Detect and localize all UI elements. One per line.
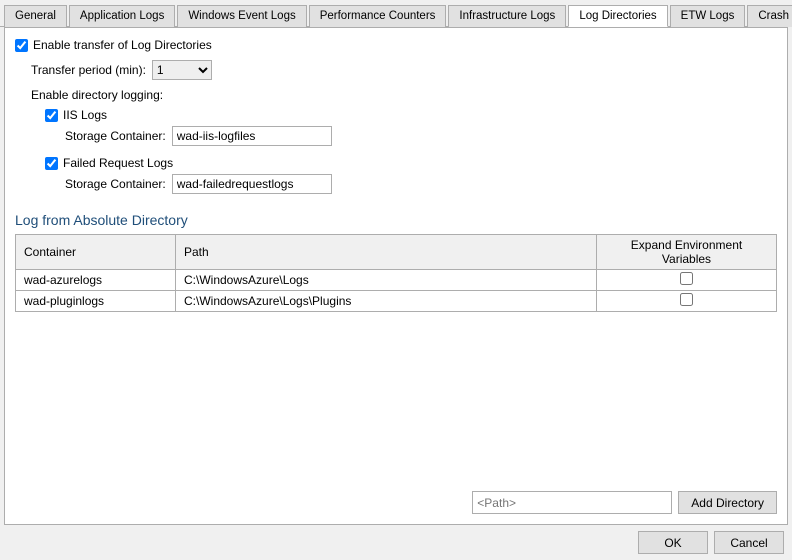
iis-logs-row: IIS Logs [45,108,777,122]
add-directory-button[interactable]: Add Directory [678,491,777,514]
failed-storage-row: Storage Container: [65,174,777,194]
table-row: wad-azurelogs C:\WindowsAzure\Logs [16,270,777,291]
transfer-period-row: Transfer period (min): 1 [31,60,777,80]
table-row: wad-pluginlogs C:\WindowsAzure\Logs\Plug… [16,291,777,312]
tab-windows-event-logs[interactable]: Windows Event Logs [177,5,306,27]
expand-checkbox-1[interactable] [680,293,693,306]
footer: OK Cancel [0,525,792,560]
table-header-row: Container Path Expand Environment Variab… [16,235,777,270]
iis-logs-group: IIS Logs Storage Container: [45,108,777,152]
enable-transfer-row: Enable transfer of Log Directories [15,38,777,52]
main-window: General Application Logs Windows Event L… [0,0,792,560]
expand-checkbox-0[interactable] [680,272,693,285]
col-header-expand: Expand Environment Variables [597,235,777,270]
iis-logs-label: IIS Logs [63,108,107,122]
path-input[interactable] [472,491,672,514]
cell-expand-0 [597,270,777,291]
iis-storage-input[interactable] [172,126,332,146]
log-table: Container Path Expand Environment Variab… [15,234,777,312]
cell-container-1: wad-pluginlogs [16,291,176,312]
abs-dir-title: Log from Absolute Directory [15,212,777,228]
cell-container-0: wad-azurelogs [16,270,176,291]
log-table-wrapper: Container Path Expand Environment Variab… [15,234,777,477]
iis-logs-checkbox[interactable] [45,109,58,122]
dir-logging-label: Enable directory logging: [31,88,777,102]
tab-log-directories[interactable]: Log Directories [568,5,667,27]
iis-storage-row: Storage Container: [65,126,777,146]
transfer-period-label: Transfer period (min): [31,63,146,77]
add-directory-row: Add Directory [15,491,777,514]
tab-application-logs[interactable]: Application Logs [69,5,175,27]
cell-path-0: C:\WindowsAzure\Logs [176,270,597,291]
failed-request-group: Failed Request Logs Storage Container: [45,156,777,200]
tab-bar: General Application Logs Windows Event L… [0,0,792,27]
failed-request-checkbox[interactable] [45,157,58,170]
iis-storage-label: Storage Container: [65,129,166,143]
transfer-period-select[interactable]: 1 [152,60,212,80]
cell-expand-1 [597,291,777,312]
col-header-container: Container [16,235,176,270]
tab-infrastructure-logs[interactable]: Infrastructure Logs [448,5,566,27]
content-area: Enable transfer of Log Directories Trans… [4,27,788,525]
enable-transfer-label: Enable transfer of Log Directories [33,38,212,52]
tab-general[interactable]: General [4,5,67,27]
enable-transfer-checkbox[interactable] [15,39,28,52]
failed-request-row: Failed Request Logs [45,156,777,170]
failed-storage-input[interactable] [172,174,332,194]
tab-etw-logs[interactable]: ETW Logs [670,5,746,27]
cancel-button[interactable]: Cancel [714,531,784,554]
tab-crash-dumps[interactable]: Crash Dumps [747,5,792,27]
cell-path-1: C:\WindowsAzure\Logs\Plugins [176,291,597,312]
failed-storage-label: Storage Container: [65,177,166,191]
ok-button[interactable]: OK [638,531,708,554]
col-header-path: Path [176,235,597,270]
failed-request-label: Failed Request Logs [63,156,173,170]
tab-performance-counters[interactable]: Performance Counters [309,5,447,27]
